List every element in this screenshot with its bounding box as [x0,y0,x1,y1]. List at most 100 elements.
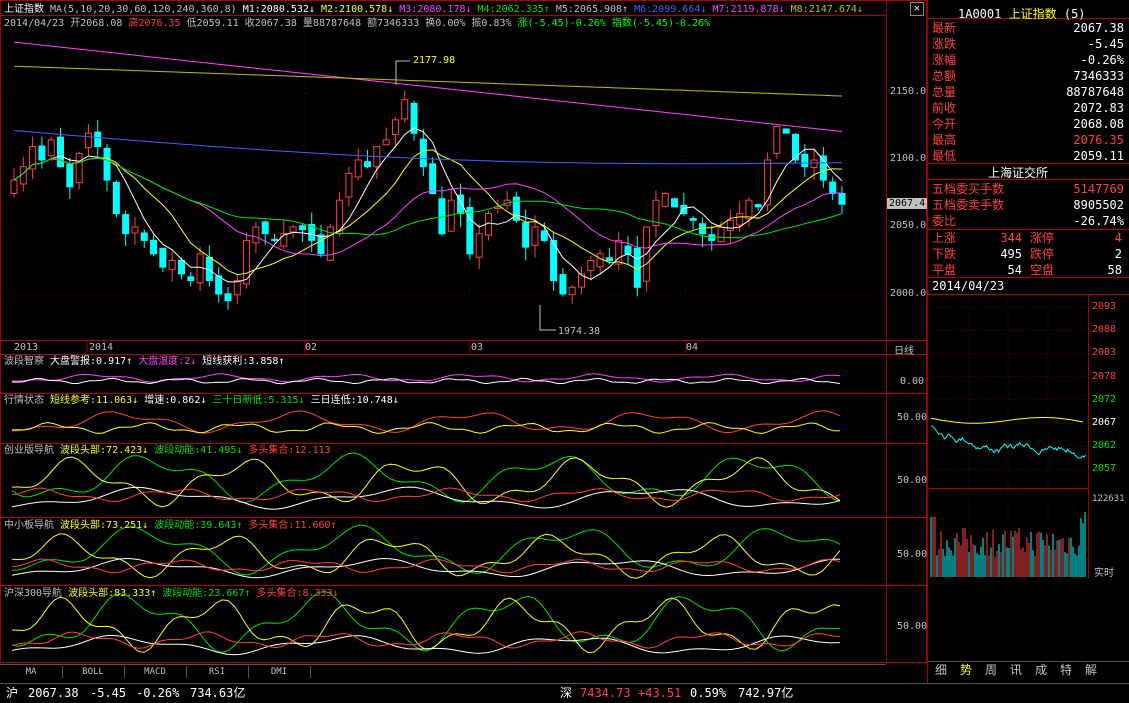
side-tab-4[interactable]: 成 [1030,662,1052,678]
side-tab-5[interactable]: 特 [1055,662,1077,678]
ma-values: M1:2080.532↓ M2:2100.578↓ M3:2080.178↓ M… [243,4,863,15]
candle-body [429,163,437,194]
breadth-row: 下跌 495 跌停 2 [930,246,1126,262]
side-tab-3[interactable]: 讯 [1005,662,1027,678]
tab-ma[interactable]: MA [0,666,63,678]
ind3-line [11,456,841,508]
indicator-name: 创业版导航 [4,445,61,456]
candle-body [298,225,306,231]
depth-value: 8905502 [1073,198,1124,212]
quote-value: 88787648 [1066,85,1124,99]
candle-body [122,214,130,235]
x-label: 02 [305,342,318,353]
ma-value: M1:2080.532↓ [242,4,315,15]
quote-row: 今开 2068.08 [930,116,1126,132]
candle-body [522,222,530,248]
ma360-line [13,65,843,97]
breadth-value: 54 [1007,263,1022,277]
candle-body [475,233,483,258]
depth-value: -26.74% [1073,214,1124,228]
candle-body [10,179,18,194]
indicator-value: 大盘温度:2↓ [132,356,197,367]
tab-dmi[interactable]: DMI [248,666,311,678]
quote-label: 今开 [932,117,957,131]
quote-value: -0.26% [1080,53,1124,67]
y-tick: 2150.0 [890,86,927,97]
candle-body [103,147,111,181]
ohlc-field: 涨(-5.45)-0.26% [517,18,612,29]
candle-body [745,199,753,220]
depth-label: 五档委卖手数 [932,198,1005,212]
indicator-tick: 50.00 [897,475,928,486]
ind1-line [11,373,841,383]
candle-body [224,293,232,302]
realtime-label[interactable]: 实时 [1094,564,1114,579]
candle-body [838,193,846,205]
side-tab-2[interactable]: 周 [980,662,1002,678]
tab-macd[interactable]: MACD [124,666,187,678]
sh-price: 2067.38 [28,686,79,700]
ind4-line [11,524,841,576]
sz-price: 7434.73 [580,686,631,700]
side-tab-0[interactable]: 细 [930,662,952,678]
candle-body [354,159,362,178]
tab-boll[interactable]: BOLL [62,666,125,678]
quote-row: 最新 2067.38 [930,20,1126,36]
breadth-label: 涨停 [1030,231,1055,245]
breadth-label: 平盘 [932,263,957,277]
indicator-title-wave[interactable]: 波段智察 大盘警报:0.917↑ 大盘温度:2↓ 短线获利:3.858↑ [4,356,284,368]
sh-change: -5.45 [90,686,127,700]
candle-body [270,238,278,241]
indicator-tick: 50.00 [897,549,928,560]
x-label: 2014 [89,342,114,353]
ohlc-field: 低2059.11 [186,18,245,29]
candle-body [345,172,353,198]
indicator-tick: 0.00 [900,376,925,387]
quote-row: 前收 2072.83 [930,100,1126,116]
quote-label: 涨跌 [932,37,957,51]
ohlc-summary: 2014/04/23 开2068.08 高2076.35 低2059.11 收2… [4,18,710,30]
indicator-title-sme[interactable]: 中小板导航 波段头部:73.251↓ 波段动能:39.643↑ 多头集合:11.… [4,520,337,532]
mini-y-tick: 2057 [1092,463,1117,475]
ma-value: M2:2100.578↓ [314,4,394,15]
ohlc-field: 2014/04/23 [4,18,71,29]
x-label: 04 [686,342,699,353]
ind2-line [11,410,841,434]
breadth-value: 495 [1000,247,1022,261]
breadth-label: 跌停 [1030,247,1055,261]
ind5-line [11,596,841,654]
y-tick: 2050.0 [890,220,927,231]
ma10-line [13,149,843,276]
ma-value: M8:2147.674↓ [784,4,863,15]
side-tab-6[interactable]: 解 [1080,662,1102,678]
indicator-title-market-state[interactable]: 行情状态 短线参考:11.063↓ 增速:0.862↓ 三十日新低:5.315↓… [4,395,399,407]
ma5-line [13,127,843,283]
indicator-title-csi300[interactable]: 沪深300导航 波段头部:83.333↑ 波段动能:23.667↑ 多头集合:8… [4,588,339,600]
ohlc-field: 指数(-5.45)-0.26% [611,18,711,29]
ohlc-field: 量88787648 [302,18,368,29]
close-icon[interactable]: ✕ [910,2,924,16]
candle-body [196,253,204,284]
tab-rsi[interactable]: RSI [186,666,249,678]
quote-value: 2067.38 [1073,21,1124,35]
high-leader [395,60,410,85]
breadth-label: 上涨 [932,231,957,245]
indicator-value: 短线获利:3.858↑ [196,356,285,367]
candle-body [810,159,818,169]
indicator-value: 增速:0.862↓ [138,395,207,406]
candle-body [782,128,790,134]
depth-label: 委比 [932,214,957,228]
period-label[interactable]: 日线 [894,342,914,357]
mini-y-tick: 2078 [1092,370,1117,382]
indicator-value: 波段头部:73.251↓ [60,520,149,531]
y-tick: 2100.0 [890,153,927,164]
candle-body [94,131,102,148]
depth-row: 五档委卖手数 8905502 [930,197,1126,213]
side-tab-1[interactable]: 势 [955,662,977,678]
ind5-line [11,590,841,653]
mini-y-tick: 2067 [1092,417,1117,428]
quote-value: 7346333 [1073,69,1124,83]
quote-row: 最低 2059.11 [930,148,1126,164]
breadth-value: 4 [1114,231,1122,245]
indicator-title-chinext[interactable]: 创业版导航 波段头部:72.423↓ 波段动能:41.495↓ 多头集合:12.… [4,445,331,457]
